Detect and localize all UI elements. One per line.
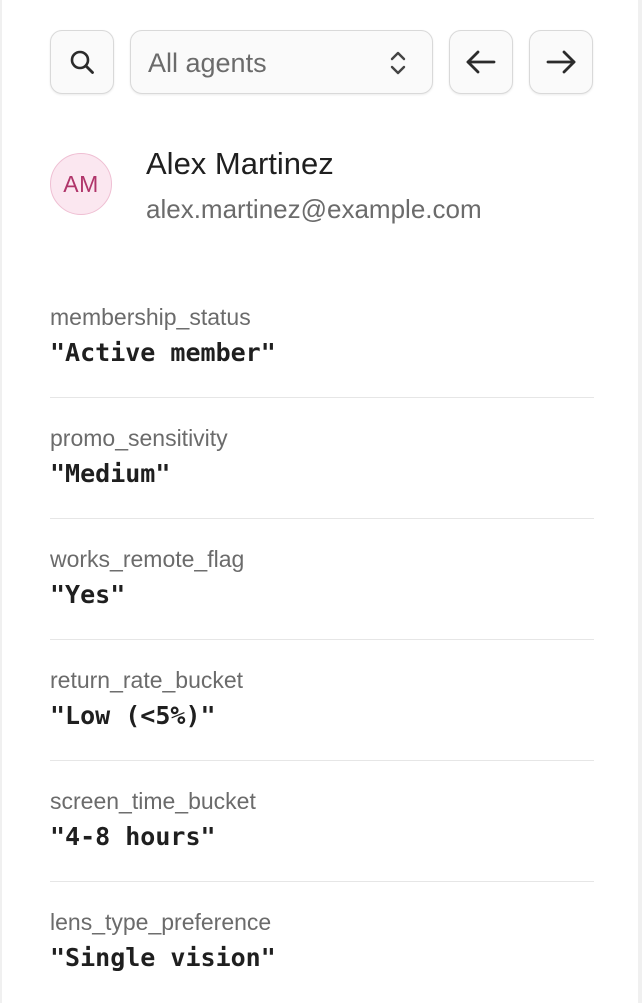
search-button[interactable] bbox=[50, 30, 114, 94]
attribute-row: promo_sensitivity "Medium" bbox=[50, 398, 594, 519]
agent-name: Alex Martinez bbox=[146, 146, 334, 181]
arrow-left-icon bbox=[466, 50, 496, 74]
attribute-value: "Yes" bbox=[50, 580, 126, 609]
previous-agent-button[interactable] bbox=[449, 30, 513, 94]
agent-email: alex.martinez@example.com bbox=[146, 194, 482, 224]
attribute-key: membership_status bbox=[50, 304, 251, 330]
attribute-value: "Low (<5%)" bbox=[50, 701, 216, 730]
attribute-value: "4-8 hours" bbox=[50, 822, 216, 851]
attribute-list: membership_status "Active member" promo_… bbox=[50, 277, 594, 1003]
next-agent-button[interactable] bbox=[529, 30, 593, 94]
toolbar: All agents bbox=[50, 30, 594, 94]
attribute-row: membership_status "Active member" bbox=[50, 277, 594, 398]
attribute-value: "Active member" bbox=[50, 338, 276, 367]
attribute-value: "Single vision" bbox=[50, 943, 276, 972]
attribute-key: screen_time_bucket bbox=[50, 788, 256, 814]
attribute-row: works_remote_flag "Yes" bbox=[50, 519, 594, 640]
agent-detail-panel: All agents AM Alex Martinez alex.martine… bbox=[2, 0, 638, 1003]
attribute-key: lens_type_preference bbox=[50, 909, 272, 935]
search-icon bbox=[70, 50, 94, 74]
attribute-key: return_rate_bucket bbox=[50, 667, 244, 693]
attribute-row: lens_type_preference "Single vision" bbox=[50, 882, 594, 1003]
agent-filter-value: All agents bbox=[148, 48, 267, 78]
arrow-right-icon bbox=[546, 50, 576, 74]
attribute-key: promo_sensitivity bbox=[50, 425, 228, 451]
attribute-row: screen_time_bucket "4-8 hours" bbox=[50, 761, 594, 882]
agent-profile: AM Alex Martinez alex.martinez@example.c… bbox=[50, 140, 594, 230]
attribute-key: works_remote_flag bbox=[50, 546, 245, 572]
agent-filter-select[interactable]: All agents bbox=[130, 30, 433, 94]
avatar: AM bbox=[50, 153, 112, 215]
chevrons-up-down-icon bbox=[390, 51, 406, 75]
attribute-row: return_rate_bucket "Low (<5%)" bbox=[50, 640, 594, 761]
attribute-value: "Medium" bbox=[50, 459, 171, 488]
